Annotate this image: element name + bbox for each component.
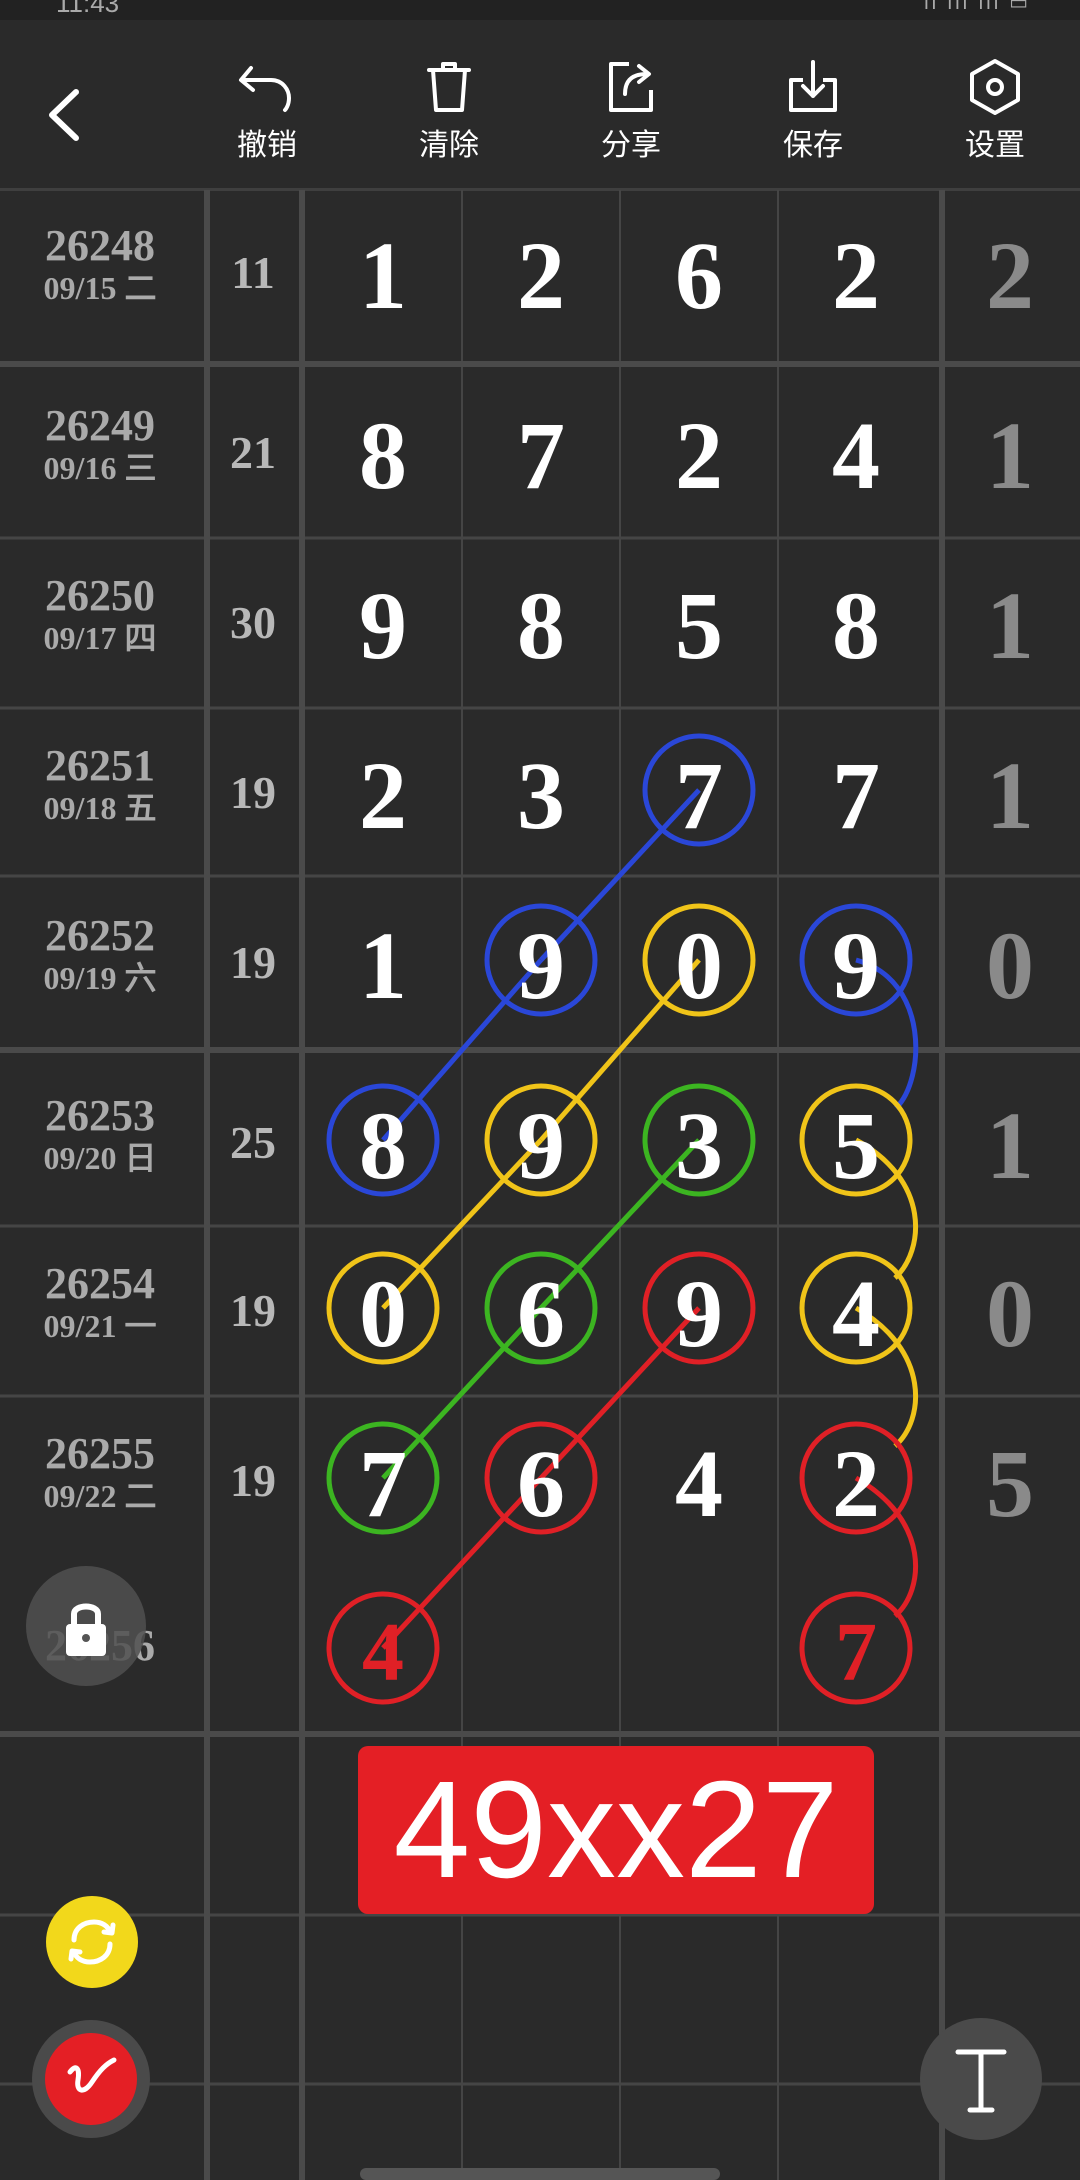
issue-cell: 26252 09/19 六 [0, 911, 200, 997]
issue-date: 09/19 六 [43, 960, 157, 996]
last-digit-cell: 1 [986, 742, 1034, 849]
issue-date: 09/18 五 [43, 790, 157, 826]
digit-cell[interactable]: 6 [491, 1428, 591, 1539]
issue-date: 09/21 一 [43, 1308, 157, 1344]
issue-number: 26253 [45, 1091, 155, 1140]
digit-cell[interactable]: 6 [649, 220, 749, 331]
digit-cell[interactable]: 4 [333, 1604, 433, 1701]
digit-cell[interactable]: 3 [649, 1090, 749, 1201]
digit-cell[interactable]: 9 [649, 1258, 749, 1369]
sum-cell: 19 [230, 1455, 276, 1506]
digit-cell[interactable]: 7 [491, 400, 591, 511]
digit-cell[interactable]: 0 [333, 1258, 433, 1369]
lock-icon [66, 1603, 106, 1656]
digit-cell[interactable]: 1 [333, 910, 433, 1021]
issue-date: 09/15 二 [43, 270, 157, 306]
digit-cell[interactable]: 2 [806, 220, 906, 331]
lock-button[interactable] [26, 1566, 146, 1686]
issue-cell: 26248 09/15 二 [0, 221, 200, 307]
sum-cell: 11 [231, 247, 275, 298]
pen-button[interactable] [32, 2020, 150, 2138]
digit-cell[interactable]: 4 [649, 1428, 749, 1539]
digit-cell[interactable]: 9 [333, 570, 433, 681]
digit-cell[interactable]: 4 [806, 1258, 906, 1369]
issue-number: 26248 [45, 221, 155, 270]
sum-cell: 21 [230, 427, 276, 478]
issue-cell: 26254 09/21 一 [0, 1259, 200, 1345]
sum-cell: 30 [230, 597, 276, 648]
last-digit-cell: 1 [986, 1092, 1034, 1199]
issue-cell: 26250 09/17 四 [0, 571, 200, 657]
text-button[interactable] [920, 2018, 1042, 2140]
digit-cell[interactable]: 8 [806, 570, 906, 681]
sum-cell: 19 [230, 1285, 276, 1336]
last-digit-cell: 1 [986, 572, 1034, 679]
last-digit-cell: 5 [986, 1430, 1034, 1537]
digit-cell[interactable]: 8 [333, 400, 433, 511]
issue-date: 09/16 三 [43, 450, 157, 486]
digit-cell[interactable]: 9 [491, 910, 591, 1021]
digit-cell[interactable]: 0 [649, 910, 749, 1021]
digit-cell[interactable]: 2 [806, 1428, 906, 1539]
home-indicator[interactable] [360, 2168, 720, 2180]
digit-cell[interactable]: 3 [491, 740, 591, 851]
pen-icon [45, 2033, 137, 2125]
digit-cell[interactable]: 2 [491, 220, 591, 331]
digit-cell[interactable]: 1 [333, 220, 433, 331]
digit-cell[interactable]: 4 [806, 400, 906, 511]
issue-cell: 26253 09/20 日 [0, 1091, 200, 1177]
digit-cell[interactable]: 5 [649, 570, 749, 681]
issue-cell: 26249 09/16 三 [0, 401, 200, 487]
issue-cell: 26255 09/22 二 [0, 1429, 200, 1515]
issue-date: 09/17 四 [43, 620, 157, 656]
last-digit-cell: 1 [986, 402, 1034, 509]
issue-number: 26250 [45, 571, 155, 620]
digit-cell[interactable]: 7 [806, 1604, 906, 1701]
last-digit-cell: 2 [986, 222, 1034, 329]
issue-number: 26252 [45, 911, 155, 960]
last-digit-cell: 0 [986, 1260, 1034, 1367]
digit-cell[interactable]: 9 [491, 1090, 591, 1201]
text-icon [955, 2049, 1007, 2113]
refresh-icon [68, 1919, 116, 1965]
issue-number: 26251 [45, 741, 155, 790]
issue-cell: 26251 09/18 五 [0, 741, 200, 827]
digit-cell[interactable]: 8 [333, 1090, 433, 1201]
digit-cell[interactable]: 2 [333, 740, 433, 851]
issue-number: 26249 [45, 401, 155, 450]
result-banner: 49xx27 [358, 1746, 874, 1914]
sum-cell: 25 [230, 1117, 276, 1168]
issue-number: 26255 [45, 1429, 155, 1478]
refresh-button[interactable] [46, 1896, 138, 1988]
last-digit-cell: 0 [986, 912, 1034, 1019]
issue-date: 09/22 二 [43, 1478, 157, 1514]
digit-cell[interactable]: 5 [806, 1090, 906, 1201]
digit-cell[interactable]: 7 [806, 740, 906, 851]
issue-date: 09/20 日 [43, 1140, 157, 1176]
digit-cell[interactable]: 8 [491, 570, 591, 681]
sum-cell: 19 [230, 767, 276, 818]
digit-cell[interactable]: 9 [806, 910, 906, 1021]
issue-number: 26254 [45, 1259, 155, 1308]
digit-cell[interactable]: 7 [649, 740, 749, 851]
digit-cell[interactable]: 6 [491, 1258, 591, 1369]
sum-cell: 19 [230, 937, 276, 988]
digit-cell[interactable]: 7 [333, 1428, 433, 1539]
digit-cell[interactable]: 2 [649, 400, 749, 511]
